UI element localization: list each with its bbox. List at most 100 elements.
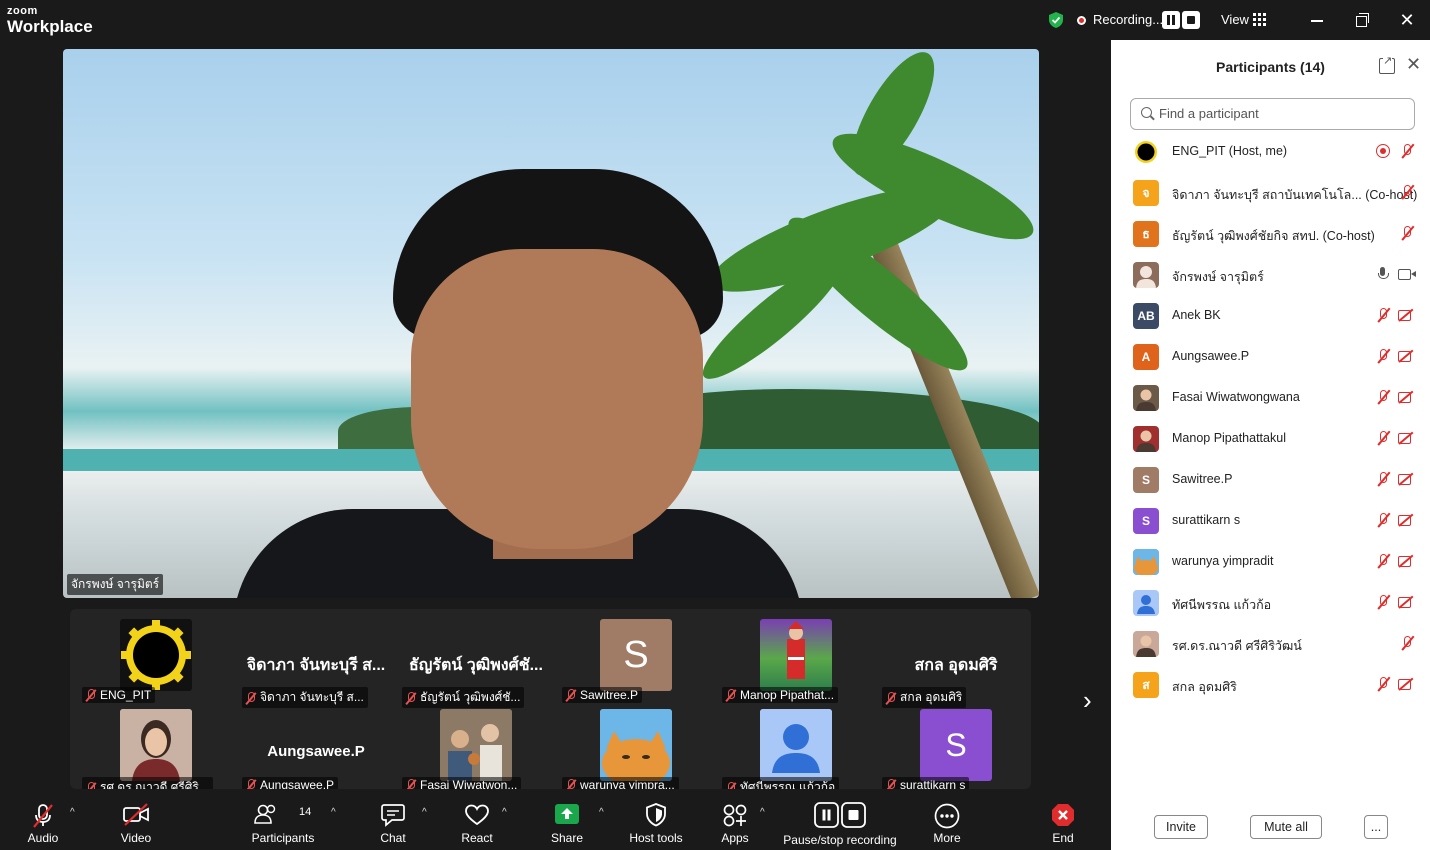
participant-row[interactable]: Manop Pipathattakul [1111,418,1430,459]
video-button[interactable]: Video [111,794,161,850]
gallery-tile[interactable]: ธัญรัตน์ วุฒิพงศ์ชั... ธัญรัตน์ วุฒิพงศ์… [396,618,556,708]
gallery-tile[interactable]: Aungsawee.P Aungsawee.P [236,708,396,789]
muted-microphone-icon [33,804,53,828]
gallery-tile[interactable]: S Sawitree.P [556,618,716,706]
mic-muted-icon[interactable] [1376,430,1390,446]
participant-search-field[interactable] [1130,98,1415,130]
mic-muted-icon[interactable] [1400,143,1414,159]
participant-row[interactable]: รศ.ดร.ณาวดี ศรีศิริวัฒน์ [1111,623,1430,664]
recording-label[interactable]: Recording... [1093,12,1163,27]
gallery-tile[interactable]: ทัศนีพรรณ แก้วก้อ [716,708,876,789]
video-off-icon[interactable] [1398,472,1416,486]
mic-muted-icon[interactable] [1400,184,1414,200]
mic-muted-icon[interactable] [1376,594,1390,610]
participant-row[interactable]: จักรพงษ์ จารุมิตร์ [1111,254,1430,295]
gallery-tile[interactable]: Manop Pipathat... [716,618,876,706]
react-options-caret-icon[interactable]: ^ [502,807,507,818]
close-panel-icon[interactable]: ✕ [1406,54,1421,75]
mic-muted-icon[interactable] [1376,676,1390,692]
video-off-icon[interactable] [1398,349,1416,363]
portrait-photo-avatar [120,709,192,781]
gallery-tile[interactable]: Fasai Wiwatwon... [396,708,556,789]
tile-name-label: Sawitree.P [562,687,643,703]
participant-row[interactable]: Ssurattikarn s [1111,500,1430,541]
video-off-icon[interactable] [1398,431,1416,445]
participant-row[interactable]: S Sawitree.P [1111,459,1430,500]
participant-row[interactable]: ทัศนีพรรณ แก้วก้อ [1111,582,1430,623]
video-off-icon[interactable] [1398,390,1416,404]
participant-name: Anek BK [1172,308,1221,322]
participant-row[interactable]: Fasai Wiwatwongwana [1111,377,1430,418]
mic-muted-icon[interactable] [1376,512,1390,528]
heart-icon [465,804,489,826]
microphone-icon[interactable] [1376,266,1390,282]
react-button[interactable]: React [452,794,502,850]
speaker-name-label: จักรพงษ์ จารุมิตร์ [67,574,164,595]
share-button[interactable]: Share [542,794,592,850]
video-off-icon[interactable] [1398,308,1416,322]
tile-name-label: Aungsawee.P [242,777,339,789]
mic-muted-icon[interactable] [1376,471,1390,487]
mic-muted-icon[interactable] [1400,225,1414,241]
more-dots-icon [934,803,960,829]
participant-search-input[interactable] [1157,105,1401,122]
mute-all-button[interactable]: Mute all [1250,815,1322,839]
gallery-next-arrow-icon[interactable]: › [1083,685,1092,716]
participant-row[interactable]: A Aungsawee.P [1111,336,1430,377]
participants-options-caret-icon[interactable]: ^ [331,807,336,818]
mic-muted-icon[interactable] [1376,553,1390,569]
video-off-icon[interactable] [1398,513,1416,527]
speaker-face [411,249,703,549]
mic-muted-icon[interactable] [1400,635,1414,651]
audio-button[interactable]: Audio [18,794,68,850]
mic-muted-icon[interactable] [1376,389,1390,405]
tile-display-name: ธัญรัตน์ วุฒิพงศ์ชั... [409,657,543,674]
participant-row[interactable]: AB Anek BK [1111,295,1430,336]
apps-icon [723,804,747,827]
view-button[interactable]: View [1221,12,1249,27]
gallery-tile[interactable]: สกล อุดมศิริ สกล อุดมศิริ [876,618,1031,708]
gallery-tile[interactable]: warunya yimpra... [556,708,716,789]
panel-more-button[interactable]: ... [1364,815,1388,839]
share-options-caret-icon[interactable]: ^ [599,807,604,818]
stop-recording-button[interactable] [1182,11,1200,29]
participant-row[interactable]: warunya yimpradit [1111,541,1430,582]
video-off-icon[interactable] [1398,595,1416,609]
grid-view-icon[interactable] [1253,13,1266,26]
mic-muted-icon[interactable] [1376,348,1390,364]
video-off-icon[interactable] [1398,677,1416,691]
pause-stop-recording-button[interactable]: Pause/stop recording [780,794,900,850]
gallery-tile[interactable]: จิดาภา จันทะบุรี ส... จิดาภา จันทะบุรี ส… [236,618,396,708]
participant-row[interactable]: ธ ธัญรัตน์ วุฒิพงศ์ชัยกิจ สทป. (Co-host) [1111,213,1430,254]
recording-status-icon[interactable] [1376,144,1390,158]
invite-button[interactable]: Invite [1154,815,1208,839]
apps-options-caret-icon[interactable]: ^ [760,807,765,818]
minimize-window-button[interactable] [1307,10,1327,30]
gallery-tile[interactable]: ENG_PIT [76,618,236,706]
encryption-shield-icon[interactable] [1047,11,1065,29]
host-tools-button[interactable]: Host tools [624,794,688,850]
participant-row[interactable]: ส สกล อุดมศิริ [1111,664,1430,705]
audio-options-caret-icon[interactable]: ^ [70,807,75,818]
apps-button[interactable]: Apps [710,794,760,850]
video-camera-icon[interactable] [1398,267,1416,281]
participant-avatar [1133,385,1159,411]
participants-button[interactable]: 14 Participants [248,794,318,850]
chat-button[interactable]: Chat [368,794,418,850]
end-meeting-button[interactable]: End [1038,794,1088,850]
gallery-tile[interactable]: S surattikarn s [876,708,1031,789]
close-window-button[interactable]: ✕ [1397,10,1417,30]
participant-row[interactable]: จ จิดาภา จันทะบุรี สถาบันเทคโนโล... (Co-h… [1111,172,1430,213]
video-off-icon[interactable] [1398,554,1416,568]
chat-options-caret-icon[interactable]: ^ [422,807,427,818]
mic-muted-icon[interactable] [1376,307,1390,323]
tile-display-name: สกล อุดมศิริ [914,657,998,674]
restore-window-button[interactable] [1352,10,1372,30]
pause-recording-button[interactable] [1162,11,1180,29]
active-speaker-video[interactable]: จักรพงษ์ จารุมิตร์ [63,49,1039,598]
pop-out-icon[interactable] [1379,54,1395,74]
participant-name: Sawitree.P [1172,472,1233,486]
gallery-tile[interactable]: รศ.ดร.ณาวดี ศรีศิริ... [76,708,236,789]
participant-row[interactable]: ENG_PIT (Host, me) [1111,131,1430,172]
more-button[interactable]: More [922,794,972,850]
